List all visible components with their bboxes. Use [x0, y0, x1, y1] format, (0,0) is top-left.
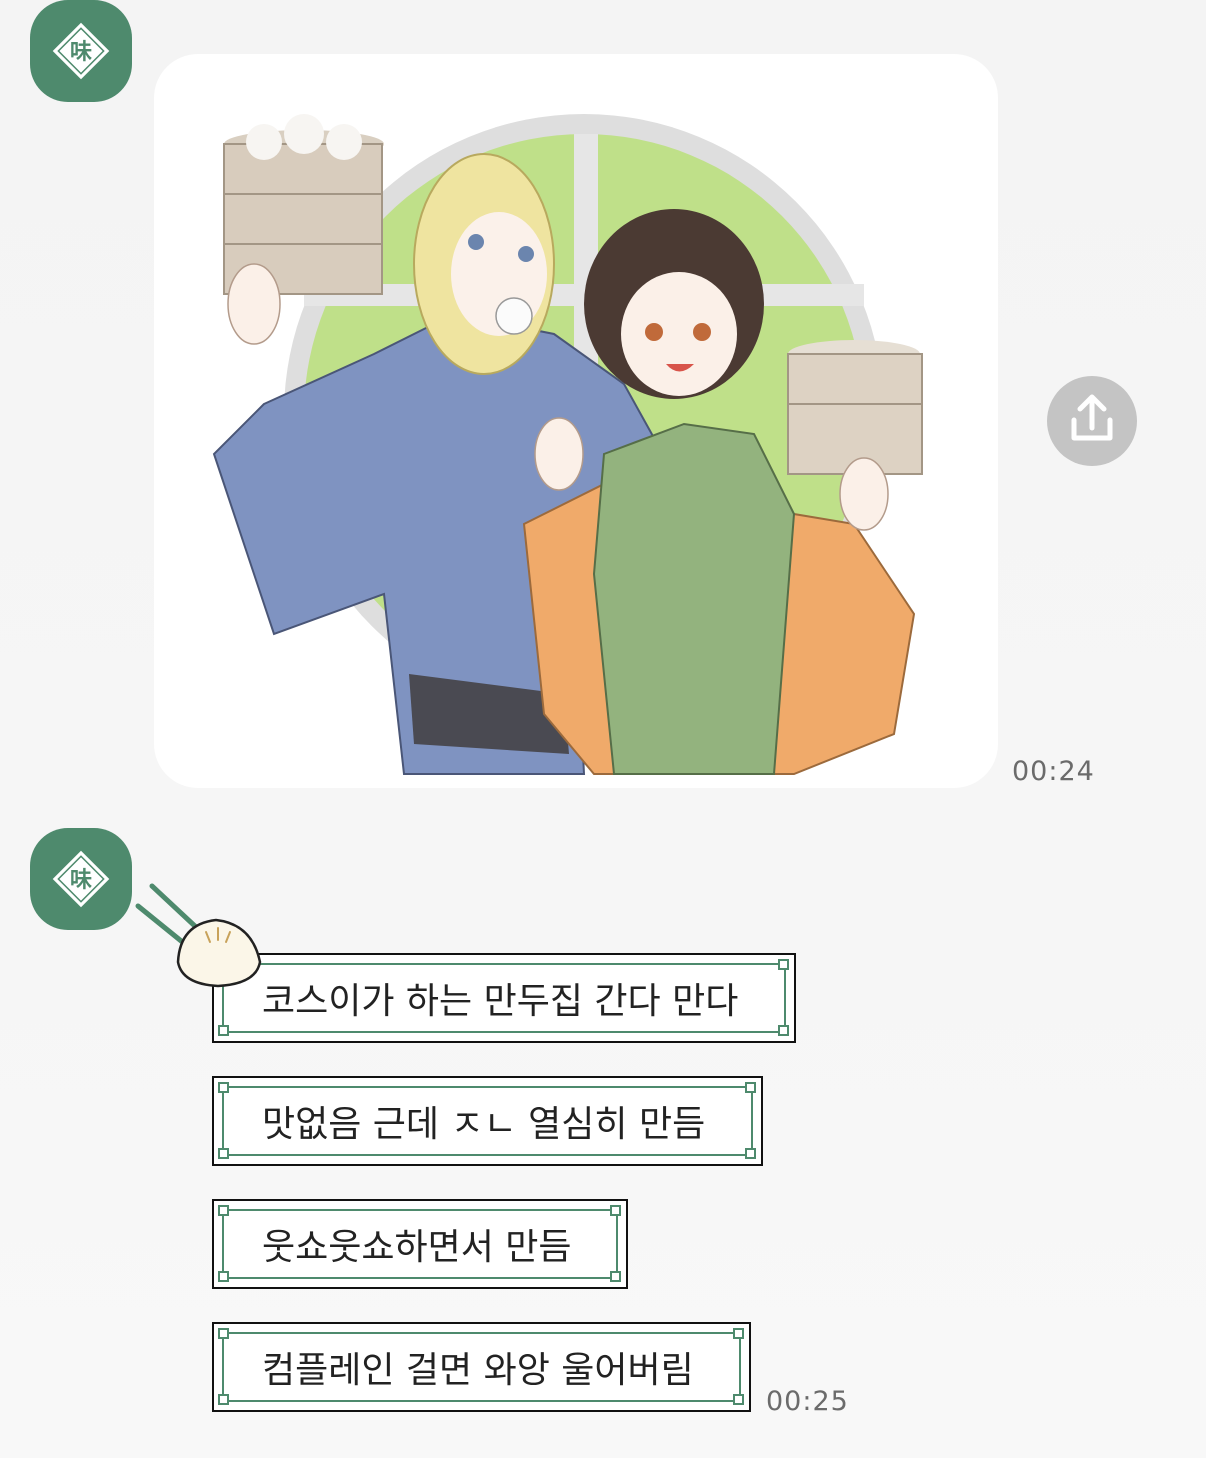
chat-message-bubble[interactable]: 맛없음 근데 ㅈㄴ 열심히 만듬 [212, 1076, 763, 1166]
sender-avatar[interactable]: 味 [30, 828, 132, 930]
illustration-image [212, 114, 923, 775]
frame-corner-ornament [610, 1205, 621, 1216]
steamed-bun-chopsticks-icon [135, 883, 262, 988]
frame-corner-ornament [218, 1328, 229, 1339]
message-text: 맛없음 근데 ㅈㄴ 열심히 만듬 [262, 1104, 706, 1145]
frame-corner-ornament [218, 1394, 229, 1405]
chat-message-bubble[interactable]: 코스이가 하는 만두집 간다 만다 [212, 953, 796, 1043]
frame-corner-ornament [218, 1082, 229, 1093]
last-message-time: 00:25 [766, 1386, 849, 1417]
share-upload-icon [1071, 394, 1113, 441]
frame-corner-ornament [610, 1271, 621, 1282]
message-text: 웃쇼웃쇼하면서 만듬 [262, 1227, 572, 1268]
message-text: 코스이가 하는 만두집 간다 만다 [262, 981, 739, 1022]
diamond-logo-icon: 味 [52, 22, 110, 80]
avatar-glyph: 味 [70, 867, 92, 893]
sender-avatar[interactable]: 味 [30, 0, 132, 102]
frame-corner-ornament [218, 1025, 229, 1036]
frame-corner-ornament [733, 1394, 744, 1405]
avatar-glyph: 味 [70, 39, 92, 65]
frame-corner-ornament [778, 959, 789, 970]
chat-message-bubble[interactable]: 컴플레인 걸면 와앙 울어버림 [212, 1322, 751, 1412]
frame-corner-ornament [745, 1148, 756, 1159]
frame-corner-ornament [218, 1148, 229, 1159]
share-button[interactable] [1047, 376, 1137, 466]
frame-corner-ornament [745, 1082, 756, 1093]
image-message[interactable] [154, 54, 998, 788]
frame-corner-ornament [778, 1025, 789, 1036]
diamond-logo-icon: 味 [52, 850, 110, 908]
frame-corner-ornament [218, 1205, 229, 1216]
message-text: 컴플레인 걸면 와앙 울어버림 [262, 1350, 694, 1391]
chat-message-bubble[interactable]: 웃쇼웃쇼하면서 만듬 [212, 1199, 628, 1289]
frame-corner-ornament [218, 1271, 229, 1282]
image-message-time: 00:24 [1012, 756, 1095, 787]
frame-corner-ornament [733, 1328, 744, 1339]
